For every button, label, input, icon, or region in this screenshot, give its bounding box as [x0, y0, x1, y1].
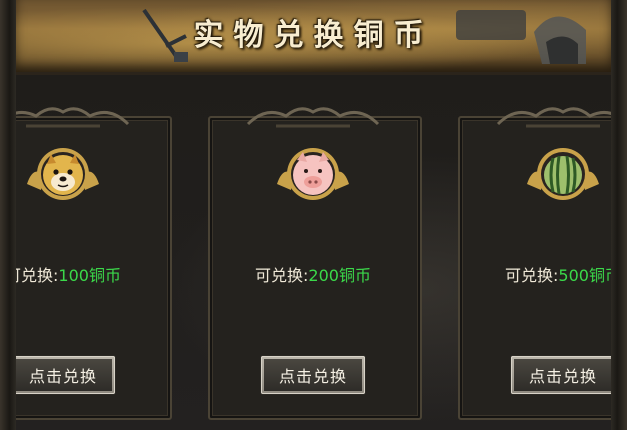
- exchange-button-label: 点击兑换: [16, 359, 112, 391]
- exchange-card-2: 可兑换:200铜币 点击兑换: [204, 102, 422, 420]
- exchange-button[interactable]: 点击兑换: [16, 356, 115, 394]
- ornate-crest-icon: [16, 107, 130, 128]
- frame-left-border: [0, 0, 17, 430]
- exchange-cards-strip: 可兑换:100铜币 点击兑换: [16, 75, 611, 430]
- banner-title: 实物兑换铜币: [193, 18, 434, 53]
- watermelon-icon: [527, 148, 599, 200]
- doge-avatar: [23, 144, 103, 206]
- price-unit: 铜币: [88, 266, 121, 285]
- price-prefix: 可兑换:: [505, 266, 559, 285]
- ornate-crest-icon: [246, 107, 380, 128]
- price-value: 500: [558, 266, 589, 285]
- price-unit: 铜币: [588, 266, 611, 285]
- doge-icon: [27, 148, 99, 200]
- card-price: 可兑换:200铜币: [204, 262, 422, 286]
- exchange-card-1: 可兑换:100铜币 点击兑换: [16, 102, 172, 420]
- card-price: 可兑换:500铜币: [454, 262, 611, 286]
- pig-avatar: [273, 144, 353, 206]
- exchange-card-3: 可兑换:500铜币 点击兑换: [454, 102, 611, 420]
- price-prefix: 可兑换:: [255, 266, 309, 285]
- price-prefix: 可兑换:: [16, 266, 59, 285]
- price-value: 100: [58, 266, 89, 285]
- exchange-button[interactable]: 点击兑换: [261, 356, 365, 394]
- frame-right-border: [610, 0, 627, 430]
- exchange-button-label: 点击兑换: [264, 359, 362, 391]
- exchange-banner: 实物兑换铜币: [16, 0, 611, 75]
- ornate-crest-icon: [496, 107, 611, 128]
- card-price: 可兑换:100铜币: [16, 262, 172, 286]
- game-frame: 实物兑换铜币 兑换:100铜币 点击兑换 可兑换:200铜币 点击兑换 可兑换:…: [0, 0, 627, 430]
- price-value: 200: [308, 266, 339, 285]
- exchange-button[interactable]: 点击兑换: [511, 356, 611, 394]
- pig-icon: [277, 148, 349, 200]
- watermelon-avatar: [523, 144, 603, 206]
- price-unit: 铜币: [338, 266, 371, 285]
- exchange-button-label: 点击兑换: [514, 359, 611, 391]
